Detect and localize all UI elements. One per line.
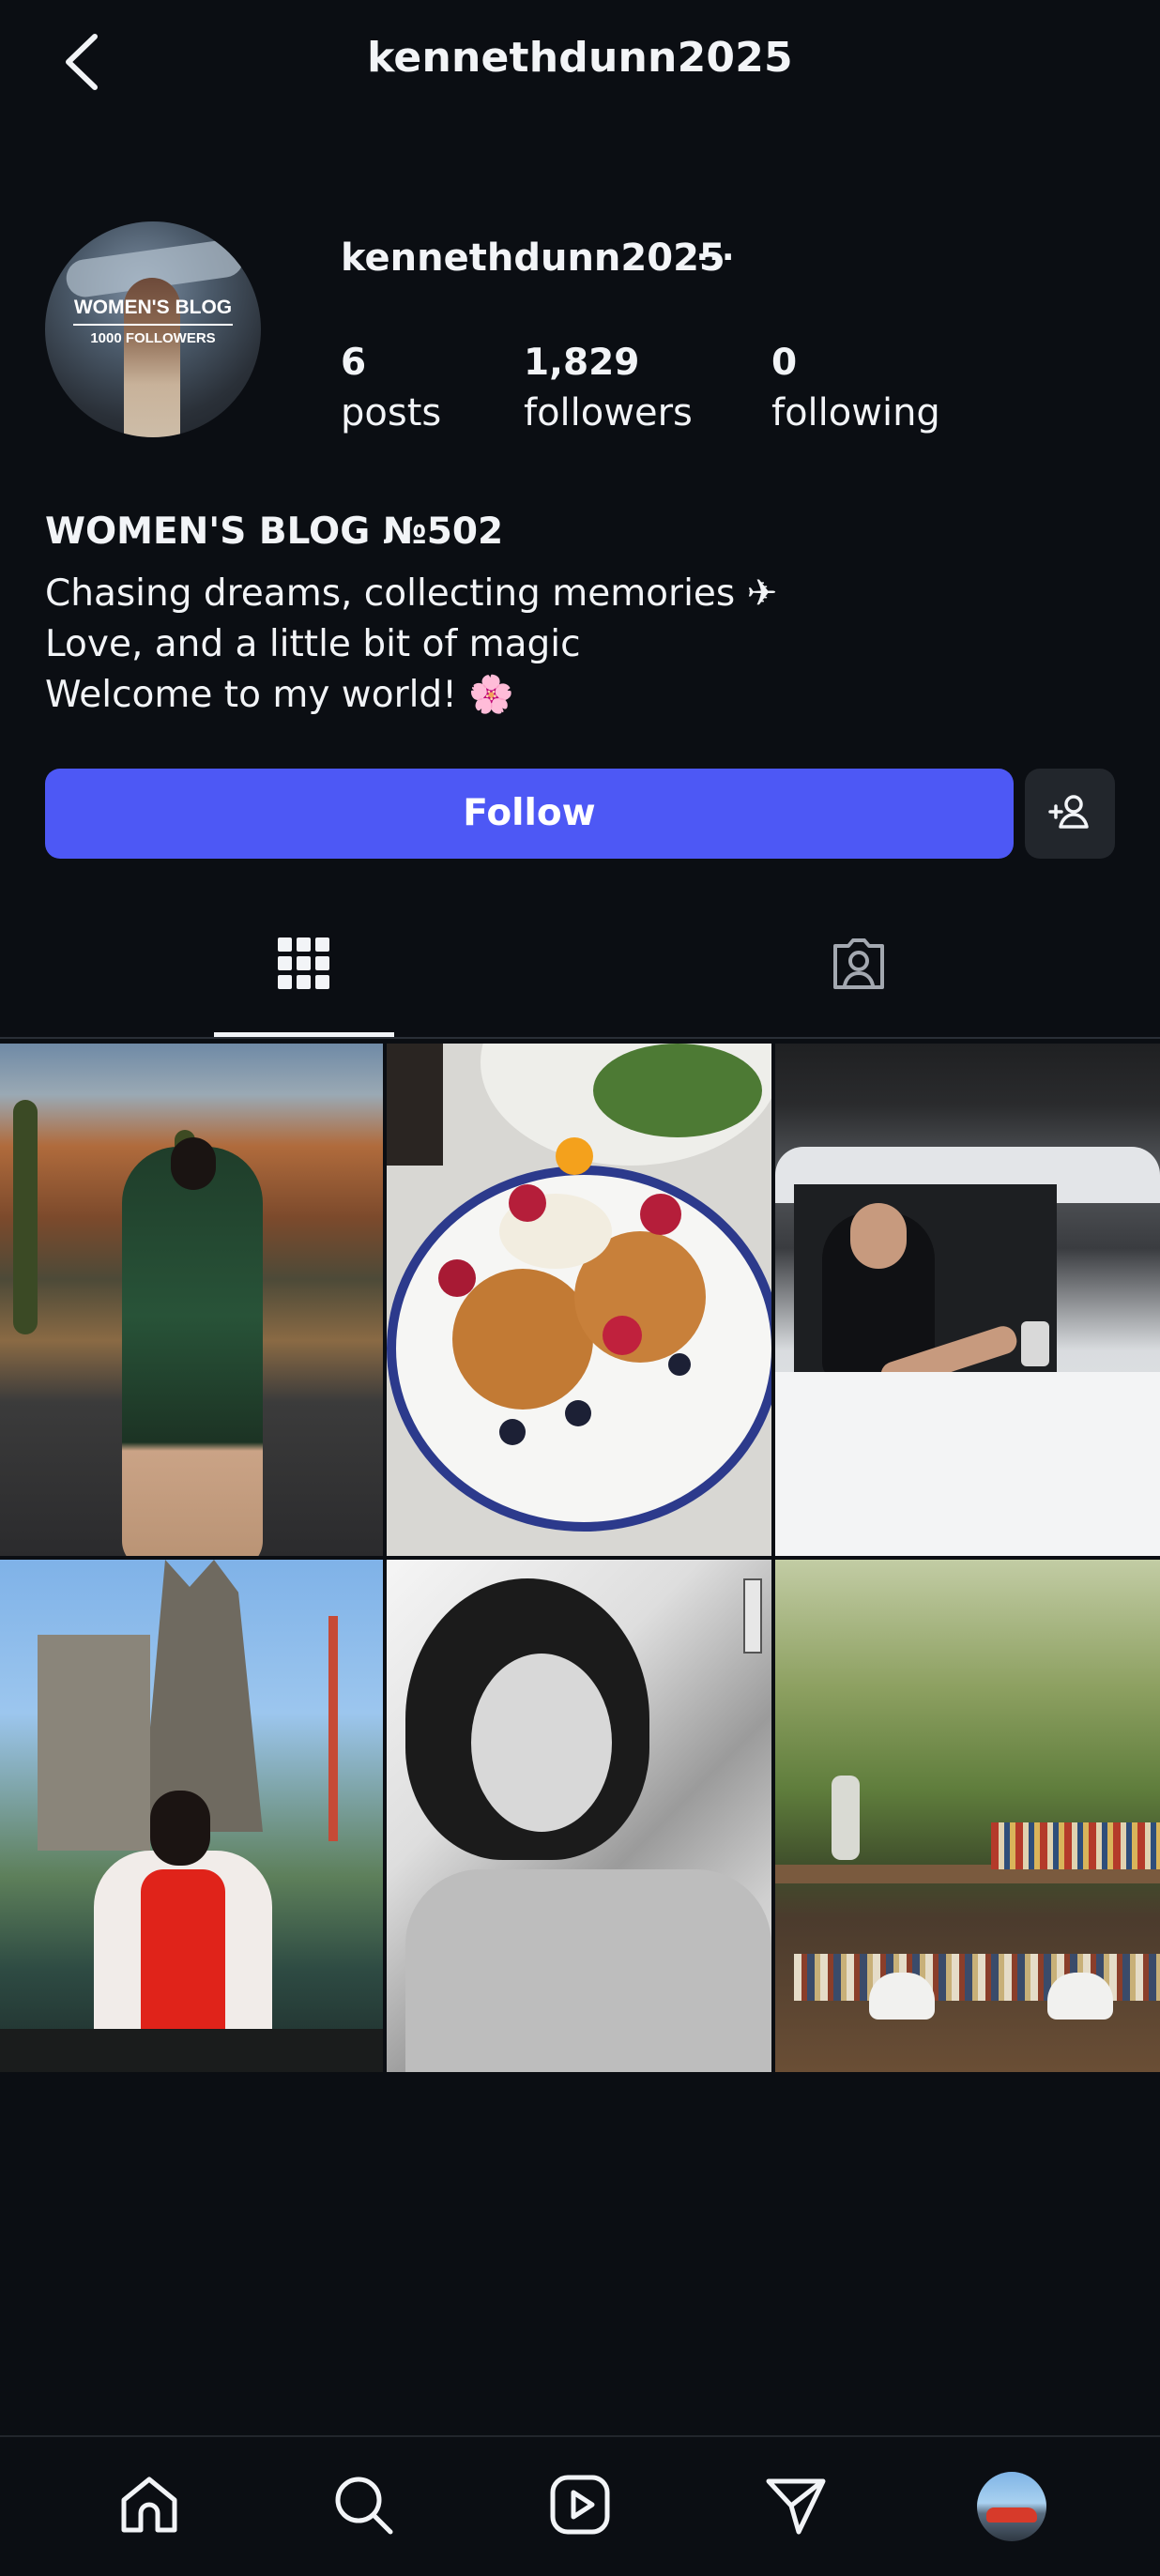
raspberry-shape: [603, 1316, 642, 1355]
cypress-tree-shape: [13, 1100, 38, 1334]
crane-shape: [328, 1616, 338, 1841]
stat-followers-label: followers: [524, 391, 693, 434]
head-shape: [171, 1137, 216, 1190]
face-shape: [850, 1203, 907, 1269]
raspberry-shape: [509, 1184, 546, 1222]
add-person-icon: [1047, 789, 1092, 838]
bottom-navigation: [0, 2435, 1160, 2576]
lamp-shape: [832, 1776, 860, 1860]
avatar-text-line2: 1000 FOLLOWERS: [90, 330, 216, 346]
bio-line-3: Welcome to my world! 🌸: [45, 674, 514, 716]
stat-posts-value: 6: [341, 342, 367, 384]
top-bar: kennethdunn2025: [0, 0, 1160, 127]
post-tile[interactable]: [775, 1560, 1160, 2072]
search-icon: [330, 2472, 396, 2541]
blueberry-shape: [499, 1419, 526, 1445]
books-shape: [991, 1822, 1160, 1869]
sweater-shape: [405, 1869, 771, 2072]
reels-icon: [547, 2472, 613, 2541]
home-icon: [116, 2472, 182, 2541]
posts-grid: [0, 1044, 1160, 2072]
tabs-divider: [0, 1037, 1160, 1039]
salad-shape: [593, 1044, 762, 1137]
page-title: kennethdunn2025: [367, 34, 793, 82]
profile-username: kennethdunn2025: [341, 236, 725, 280]
chair-shape: [1047, 1973, 1113, 2020]
tab-tagged[interactable]: [752, 915, 966, 1016]
more-options-button[interactable]: ···: [694, 235, 736, 291]
head-shape: [150, 1791, 210, 1866]
nav-messages[interactable]: [751, 2462, 841, 2552]
avatar-divider: [73, 324, 233, 326]
send-icon: [763, 2472, 829, 2541]
more-horizontal-icon: ···: [695, 238, 735, 277]
profile-page: kennethdunn2025 WOMEN'S BLOG 1000 FOLLOW…: [0, 0, 1160, 2576]
post-tile[interactable]: [775, 1044, 1160, 1556]
car-shape: [986, 2507, 1037, 2523]
bio-line-1: Chasing dreams, collecting memories ✈: [45, 572, 778, 615]
railing-shape: [0, 2029, 383, 2072]
tab-posts-grid[interactable]: [197, 915, 411, 1016]
blueberry-shape: [565, 1400, 591, 1426]
stat-following-value: 0: [771, 342, 798, 384]
tagged-person-icon: [826, 931, 892, 1000]
stat-followers[interactable]: 1,829 followers: [524, 340, 693, 439]
stat-followers-value: 1,829: [524, 342, 640, 384]
car-door-shape: [775, 1372, 1160, 1556]
cup-shape: [387, 1044, 443, 1166]
face-shape: [471, 1654, 612, 1832]
post-tile[interactable]: [387, 1560, 771, 2072]
flower-shape: [556, 1137, 593, 1175]
bio-line-2: Love, and a little bit of magic: [45, 623, 581, 665]
blueberry-shape: [668, 1353, 691, 1376]
nav-profile[interactable]: [967, 2462, 1057, 2552]
raspberry-shape: [640, 1194, 681, 1235]
chair-shape: [869, 1973, 935, 2020]
follow-button[interactable]: Follow: [45, 769, 1014, 859]
cathedral-tower-shape: [141, 1560, 263, 1832]
stat-posts-label: posts: [341, 391, 442, 434]
profile-avatar: [977, 2472, 1046, 2541]
nav-home[interactable]: [104, 2462, 194, 2552]
post-tile[interactable]: [0, 1560, 383, 2072]
suggest-accounts-button[interactable]: [1025, 769, 1115, 859]
pancake-shape: [452, 1269, 593, 1410]
avatar-text-line1: WOMEN'S BLOG: [73, 297, 233, 318]
grid-icon: [278, 937, 330, 994]
profile-avatar[interactable]: WOMEN'S BLOG 1000 FOLLOWERS: [45, 221, 261, 437]
stat-posts[interactable]: 6 posts: [341, 340, 441, 439]
cathedral-facade-shape: [38, 1635, 150, 1851]
nav-reels[interactable]: [535, 2462, 625, 2552]
barcode-label-shape: [743, 1578, 762, 1654]
post-tile[interactable]: [0, 1044, 383, 1556]
stat-following[interactable]: 0 following: [771, 340, 940, 439]
nav-search[interactable]: [318, 2462, 408, 2552]
raspberry-shape: [438, 1259, 476, 1297]
woman-figure-shape: [122, 1147, 263, 1556]
stat-following-label: following: [771, 391, 940, 434]
phone-shape: [1021, 1321, 1049, 1366]
bio-name: WOMEN'S BLOG №502: [45, 511, 504, 553]
post-tile[interactable]: [387, 1044, 771, 1556]
